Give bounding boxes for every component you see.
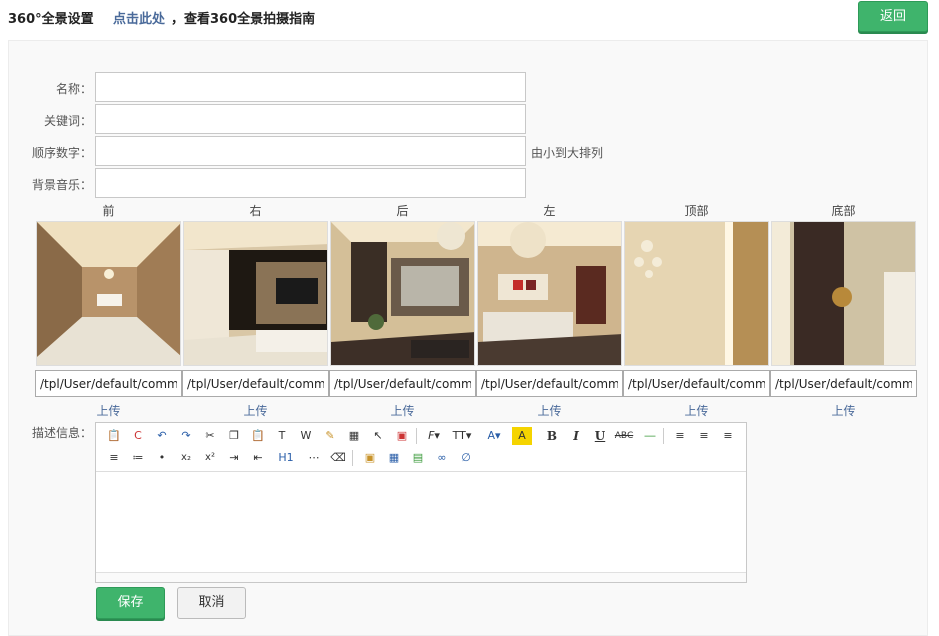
face-image-left: [477, 221, 622, 366]
description-label: 描述信息：: [31, 426, 92, 440]
unlink-icon[interactable]: ∅: [456, 449, 476, 467]
image-upload-icon[interactable]: ▣: [360, 449, 380, 467]
face-path-front[interactable]: [35, 370, 182, 397]
keyword-input[interactable]: [95, 104, 526, 134]
face-image-top: [624, 221, 769, 366]
save-button[interactable]: 保存: [96, 587, 165, 619]
italic-icon[interactable]: I: [566, 427, 586, 445]
fullscreen-icon[interactable]: ▣: [392, 427, 412, 445]
image-icon[interactable]: ▤: [408, 449, 428, 467]
align-right-icon[interactable]: ≡: [718, 427, 738, 445]
highlight-color-icon[interactable]: A: [512, 427, 532, 445]
subscript-icon[interactable]: x₂: [176, 449, 196, 467]
face-image-back: [330, 221, 475, 366]
outdent-icon[interactable]: ⇤: [248, 449, 268, 467]
order-input[interactable]: [95, 136, 526, 166]
hr-icon[interactable]: ―: [640, 427, 660, 445]
align-justify-icon[interactable]: ≡: [104, 449, 124, 467]
align-center-icon[interactable]: ≡: [694, 427, 714, 445]
toolbar-separator: [352, 450, 353, 466]
strikethrough-icon[interactable]: ABC: [614, 427, 634, 445]
font-color-icon[interactable]: A▾: [484, 427, 504, 445]
face-image-bottom: [771, 221, 916, 366]
upload-top-link[interactable]: 上传: [623, 402, 770, 419]
paste-icon[interactable]: 📋: [248, 427, 268, 445]
face-image-front: [36, 221, 181, 366]
music-input[interactable]: [95, 168, 526, 198]
code-icon[interactable]: C: [128, 427, 148, 445]
upload-left-link[interactable]: 上传: [476, 402, 623, 419]
unordered-list-icon[interactable]: •: [152, 449, 172, 467]
guide-text: ，查看360全景拍摄指南: [171, 12, 316, 27]
page-title: 360°全景设置: [8, 12, 94, 27]
bold-icon[interactable]: B: [542, 427, 562, 445]
name-input[interactable]: [95, 72, 526, 102]
source-icon[interactable]: 📋: [104, 427, 124, 445]
toolbar-separator: [416, 428, 417, 444]
heading-icon[interactable]: H1: [272, 449, 300, 467]
upload-back-link[interactable]: 上传: [329, 402, 476, 419]
face-path-back[interactable]: [329, 370, 476, 397]
upload-front-link[interactable]: 上传: [35, 402, 182, 419]
face-label-bottom: 底部: [831, 204, 856, 218]
paste-text-icon[interactable]: T: [272, 427, 292, 445]
face-path-top[interactable]: [623, 370, 770, 397]
name-label: 名称：: [55, 82, 92, 96]
top-bar: 360°全景设置 点击此处 ，查看360全景拍摄指南 返回: [0, 0, 939, 36]
insert-table-icon[interactable]: ▦: [384, 449, 404, 467]
table-icon[interactable]: ⋯: [304, 449, 324, 467]
face-path-right[interactable]: [182, 370, 329, 397]
indent-icon[interactable]: ⇥: [224, 449, 244, 467]
cancel-button[interactable]: 取消: [177, 587, 246, 619]
back-button[interactable]: 返回: [858, 1, 928, 32]
link-icon[interactable]: ∞: [432, 449, 452, 467]
toolbar-separator: [663, 428, 664, 444]
face-label-back: 后: [396, 204, 409, 218]
order-hint: 由小到大排列: [531, 146, 604, 160]
order-label: 顺序数字：: [31, 146, 92, 160]
editor-toolbar: 📋 C ↶ ↷ ✂ ❐ 📋 T W ✎ ▦ ↖ ▣ F▾ TT▾ A▾ A B …: [96, 423, 746, 472]
face-label-left: 左: [543, 204, 556, 218]
copy-icon[interactable]: ❐: [224, 427, 244, 445]
upload-bottom-link[interactable]: 上传: [770, 402, 917, 419]
face-path-left[interactable]: [476, 370, 623, 397]
music-label: 背景音乐：: [31, 178, 92, 192]
font-size-icon[interactable]: TT▾: [452, 427, 472, 445]
guide-link[interactable]: 点击此处: [113, 8, 165, 27]
cut-icon[interactable]: ✂: [200, 427, 220, 445]
editor-content[interactable]: [96, 472, 746, 572]
editor-resize-bar[interactable]: [96, 572, 746, 582]
font-family-icon[interactable]: F▾: [424, 427, 444, 445]
underline-icon[interactable]: U: [590, 427, 610, 445]
rich-text-editor: 📋 C ↶ ↷ ✂ ❐ 📋 T W ✎ ▦ ↖ ▣ F▾ TT▾ A▾ A B …: [95, 422, 747, 583]
undo-icon[interactable]: ↶: [152, 427, 172, 445]
redo-icon[interactable]: ↷: [176, 427, 196, 445]
align-left-icon[interactable]: ≡: [670, 427, 690, 445]
select-all-icon[interactable]: ▦: [344, 427, 364, 445]
keyword-label: 关键词：: [43, 114, 92, 128]
face-path-bottom[interactable]: [770, 370, 917, 397]
face-label-right: 右: [249, 204, 262, 218]
upload-right-link[interactable]: 上传: [182, 402, 329, 419]
eraser-icon[interactable]: ⌫: [328, 449, 348, 467]
cursor-icon[interactable]: ↖: [368, 427, 388, 445]
paste-word-icon[interactable]: W: [296, 427, 316, 445]
clear-format-icon[interactable]: ✎: [320, 427, 340, 445]
face-label-front: 前: [102, 204, 115, 218]
superscript-icon[interactable]: x²: [200, 449, 220, 467]
ordered-list-icon[interactable]: ≔: [128, 449, 148, 467]
face-label-top: 顶部: [684, 204, 709, 218]
face-image-right: [183, 221, 328, 366]
